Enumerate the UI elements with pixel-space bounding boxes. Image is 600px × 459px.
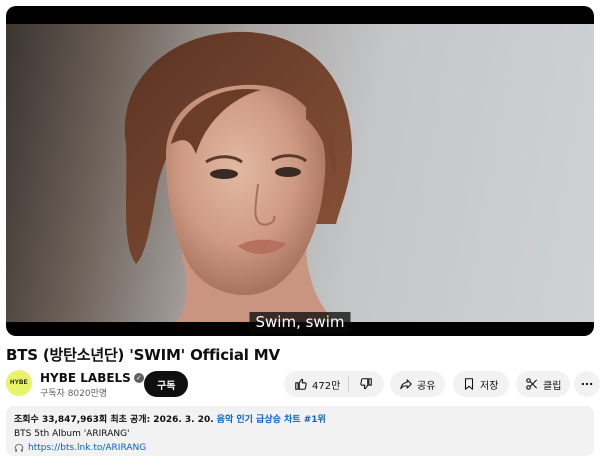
share-icon bbox=[400, 379, 412, 390]
dislike-button[interactable] bbox=[349, 371, 373, 397]
like-button[interactable]: 472만 bbox=[284, 371, 340, 397]
more-icon bbox=[581, 382, 593, 386]
video-stats: 조회수 33,847,963회 최초 공개: 2026. 3. 20. 음악 인기… bbox=[14, 412, 586, 425]
video-frame[interactable] bbox=[6, 24, 594, 322]
album-link[interactable]: https://bts.lnk.to/ARIRANG bbox=[28, 443, 146, 453]
more-actions-button[interactable] bbox=[574, 371, 600, 397]
channel-row: HYBE HYBE LABELS ✓ 구독자 8020만명 구독 472만 공유… bbox=[6, 370, 600, 399]
channel-avatar[interactable]: HYBE bbox=[6, 370, 32, 396]
subscribe-button[interactable]: 구독 bbox=[144, 371, 189, 397]
share-button[interactable]: 공유 bbox=[390, 371, 445, 397]
subscriber-count: 구독자 8020만명 bbox=[40, 389, 108, 399]
video-caption: Swim, swim bbox=[249, 312, 351, 333]
description-box[interactable]: 조회수 33,847,963회 최초 공개: 2026. 3. 20. 음악 인기… bbox=[6, 406, 594, 456]
avatar-text: HYBE bbox=[10, 380, 28, 386]
thumbs-down-icon bbox=[360, 378, 373, 390]
headphones-icon bbox=[14, 443, 24, 452]
channel-name-label: HYBE LABELS bbox=[40, 371, 131, 385]
link-line: https://bts.lnk.to/ARIRANG bbox=[14, 443, 586, 453]
clip-button[interactable]: 클립 bbox=[516, 371, 570, 397]
video-title: BTS (방탄소년단) 'SWIM' Official MV bbox=[6, 346, 280, 364]
video-still-image bbox=[124, 31, 353, 322]
channel-name[interactable]: HYBE LABELS ✓ bbox=[40, 371, 144, 385]
like-dislike-group: 472만 bbox=[284, 371, 384, 397]
save-icon bbox=[464, 378, 474, 390]
scissors-icon bbox=[526, 378, 538, 390]
verified-icon: ✓ bbox=[133, 373, 144, 383]
chart-badge-link[interactable]: 음악 인기 급상승 차트 #1위 bbox=[217, 415, 326, 425]
save-button[interactable]: 저장 bbox=[453, 371, 509, 397]
like-count: 472만 bbox=[312, 380, 341, 392]
save-label: 저장 bbox=[480, 380, 499, 392]
album-line: BTS 5th Album 'ARIRANG' bbox=[14, 429, 130, 439]
share-label: 공유 bbox=[417, 380, 436, 392]
clip-label: 클립 bbox=[543, 380, 562, 392]
thumbs-up-icon bbox=[295, 378, 307, 390]
video-player[interactable]: Swim, swim bbox=[6, 6, 594, 336]
view-count-and-date: 조회수 33,847,963회 최초 공개: 2026. 3. 20. bbox=[14, 415, 214, 425]
